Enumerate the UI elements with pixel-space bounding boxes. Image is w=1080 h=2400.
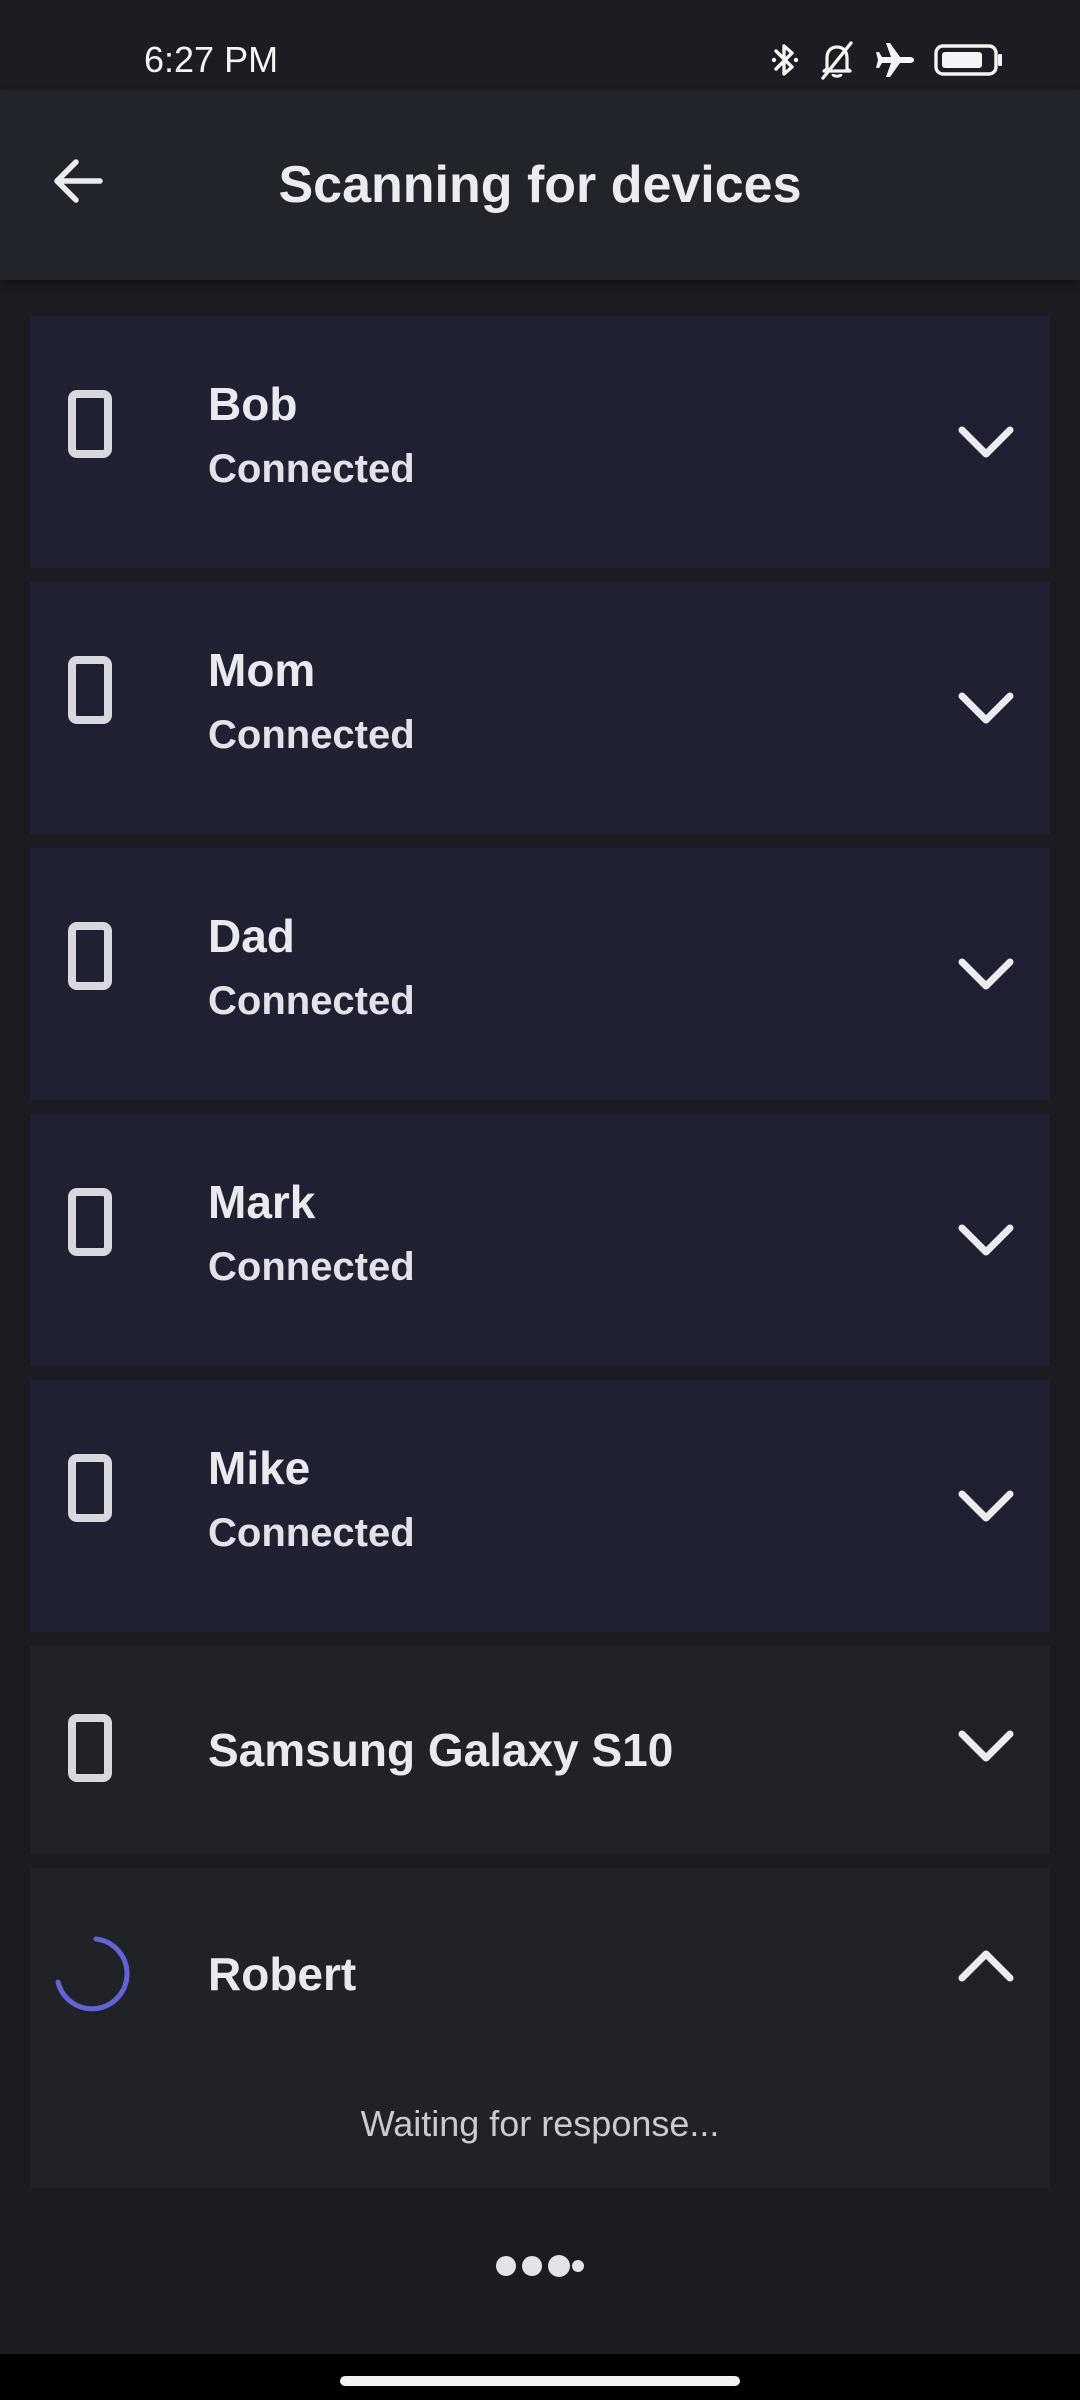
- device-list: Bob Connected Mom Connected Dad Connecte…: [30, 316, 1050, 2202]
- device-name: Bob: [208, 378, 298, 430]
- device-name: Dad: [208, 910, 295, 962]
- chevron-down-icon[interactable]: [948, 404, 1024, 480]
- page-title: Scanning for devices: [278, 156, 802, 214]
- notifications-off-icon: [818, 40, 856, 80]
- phone-icon: [68, 656, 112, 724]
- device-card-mike[interactable]: Mike Connected: [30, 1380, 1050, 1632]
- device-card-mom[interactable]: Mom Connected: [30, 582, 1050, 834]
- device-status: Connected: [208, 713, 415, 757]
- status-bar: 6:27 PM: [0, 0, 1080, 90]
- device-name: Robert: [208, 1948, 357, 2000]
- loading-spinner-icon: [50, 1932, 134, 2016]
- chevron-up-icon[interactable]: [948, 1928, 1024, 2004]
- page-dot-tail: [572, 2260, 584, 2272]
- device-card-robert[interactable]: Robert Waiting for response...: [30, 1868, 1050, 2188]
- page-dot-active: [548, 2255, 570, 2277]
- device-name: Mike: [208, 1442, 311, 1494]
- device-card-mark[interactable]: Mark Connected: [30, 1114, 1050, 1366]
- phone-icon: [68, 922, 112, 990]
- device-name: Mark: [208, 1176, 316, 1228]
- device-name: Samsung Galaxy S10: [208, 1724, 674, 1776]
- app-bar: Scanning for devices: [0, 90, 1080, 280]
- status-icons: [770, 38, 1004, 82]
- page-indicator: [0, 2246, 1080, 2286]
- status-time: 6:27 PM: [144, 39, 279, 80]
- phone-icon: [68, 1714, 112, 1782]
- device-card-samsung-galaxy-s10[interactable]: Samsung Galaxy S10: [30, 1646, 1050, 1854]
- phone-icon: [68, 390, 112, 458]
- device-status: Connected: [208, 1511, 415, 1555]
- phone-icon: [68, 1454, 112, 1522]
- chevron-down-icon[interactable]: [948, 1468, 1024, 1544]
- battery-icon: [934, 42, 1004, 78]
- device-status: Connected: [208, 447, 415, 491]
- chevron-down-icon[interactable]: [948, 936, 1024, 1012]
- page-dot: [522, 2256, 542, 2276]
- home-indicator[interactable]: [340, 2376, 740, 2386]
- gesture-bar: [0, 2354, 1080, 2400]
- chevron-down-icon[interactable]: [948, 1202, 1024, 1278]
- device-card-bob[interactable]: Bob Connected: [30, 316, 1050, 568]
- waiting-status-text: Waiting for response...: [360, 2103, 720, 2144]
- device-status: Connected: [208, 1245, 415, 1289]
- chevron-down-icon[interactable]: [948, 1708, 1024, 1784]
- page-dot: [496, 2256, 516, 2276]
- device-status: Connected: [208, 979, 415, 1023]
- bluetooth-icon: [770, 40, 800, 80]
- phone-icon: [68, 1188, 112, 1256]
- chevron-down-icon[interactable]: [948, 670, 1024, 746]
- device-card-dad[interactable]: Dad Connected: [30, 848, 1050, 1100]
- airplane-mode-icon: [874, 40, 916, 80]
- device-name: Mom: [208, 644, 316, 696]
